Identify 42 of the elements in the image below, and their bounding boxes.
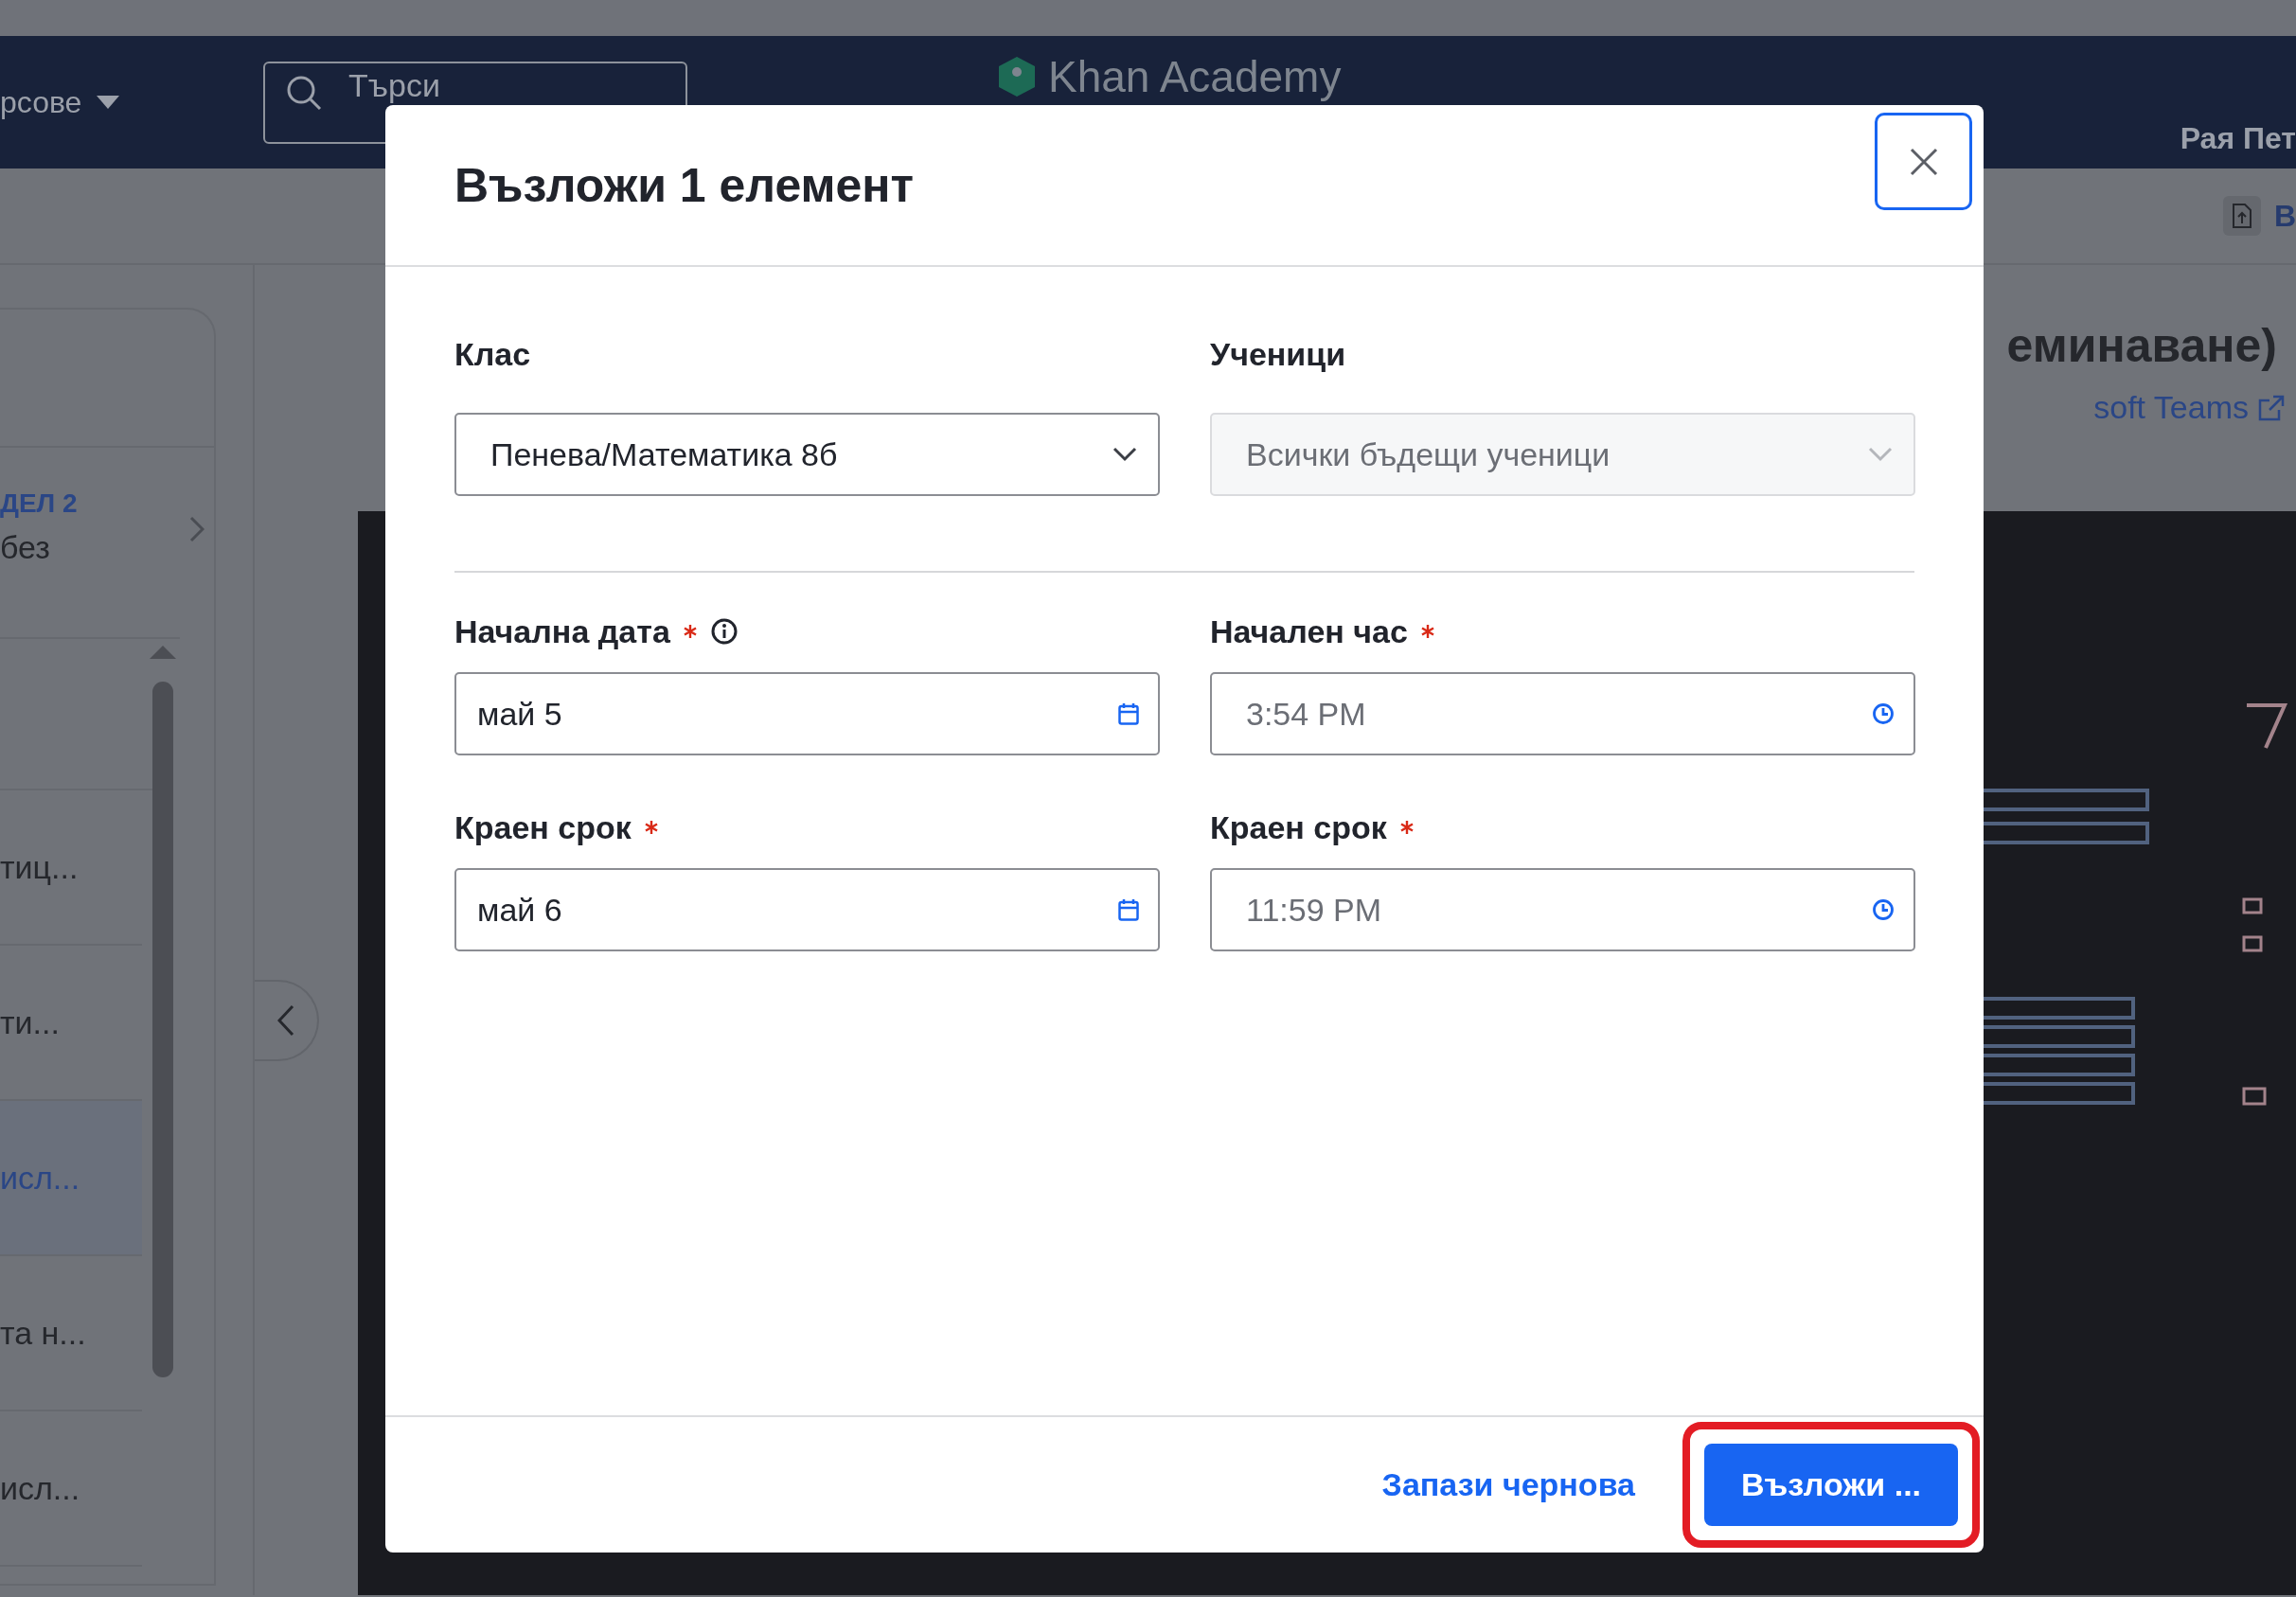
scroll-up-icon	[150, 646, 176, 659]
collapse-button[interactable]	[255, 980, 319, 1061]
caret-icon	[97, 96, 120, 109]
external-link-icon	[2258, 394, 2285, 421]
lesson-title: еминаване)	[2006, 318, 2277, 374]
courses-menu[interactable]: рсове	[0, 80, 82, 125]
field-label: Краен срок	[1210, 808, 1387, 847]
chevron-left-icon	[277, 1004, 294, 1037]
unit-label: ДЕЛ 2	[0, 488, 79, 520]
file-upload-icon	[2231, 203, 2252, 229]
close-icon	[1909, 147, 1938, 176]
chevron-down-icon	[1868, 447, 1893, 462]
time-field[interactable]: 3:54 PM	[1210, 672, 1915, 755]
sidebar-item[interactable]: тиц...	[0, 790, 142, 946]
scrollbar-thumb[interactable]	[152, 682, 173, 1377]
field-label: Начален час	[1210, 612, 1408, 651]
chevron-down-icon	[1112, 447, 1137, 462]
select-field[interactable]: Пенева/Математика 8б	[454, 413, 1160, 496]
calendar-icon	[1118, 898, 1139, 921]
dialog-title: Възложи 1 елемент	[454, 157, 915, 214]
user-name[interactable]: Рая Пет	[2180, 115, 2296, 161]
field-label: Краен срок	[454, 808, 632, 847]
close-button[interactable]	[1875, 113, 1972, 210]
unit-title[interactable]: без	[0, 523, 180, 572]
field-label: Клас	[454, 335, 531, 374]
clock-icon	[1872, 898, 1895, 921]
logo-icon	[999, 57, 1035, 97]
assign-button[interactable]: Възложи ...	[1704, 1444, 1958, 1526]
sidebar-item[interactable]: исл...	[0, 1411, 142, 1567]
date-field[interactable]: май 5	[454, 672, 1160, 755]
calendar-icon	[1118, 702, 1139, 725]
time-field[interactable]: 11:59 PM	[1210, 868, 1915, 951]
field-label: Начална дата	[454, 612, 670, 651]
search-field[interactable]: Търси	[263, 62, 687, 144]
toolbar-button[interactable]	[2222, 196, 2261, 236]
save-draft-link[interactable]: Запази чернова	[1381, 1461, 1635, 1509]
chevron-right-icon	[189, 516, 205, 542]
search-icon	[286, 75, 322, 111]
date-field[interactable]: май 6	[454, 868, 1160, 951]
sidebar-item[interactable]: та н...	[0, 1256, 142, 1411]
field-label: Ученици	[1210, 335, 1346, 374]
clock-icon	[1872, 702, 1895, 725]
